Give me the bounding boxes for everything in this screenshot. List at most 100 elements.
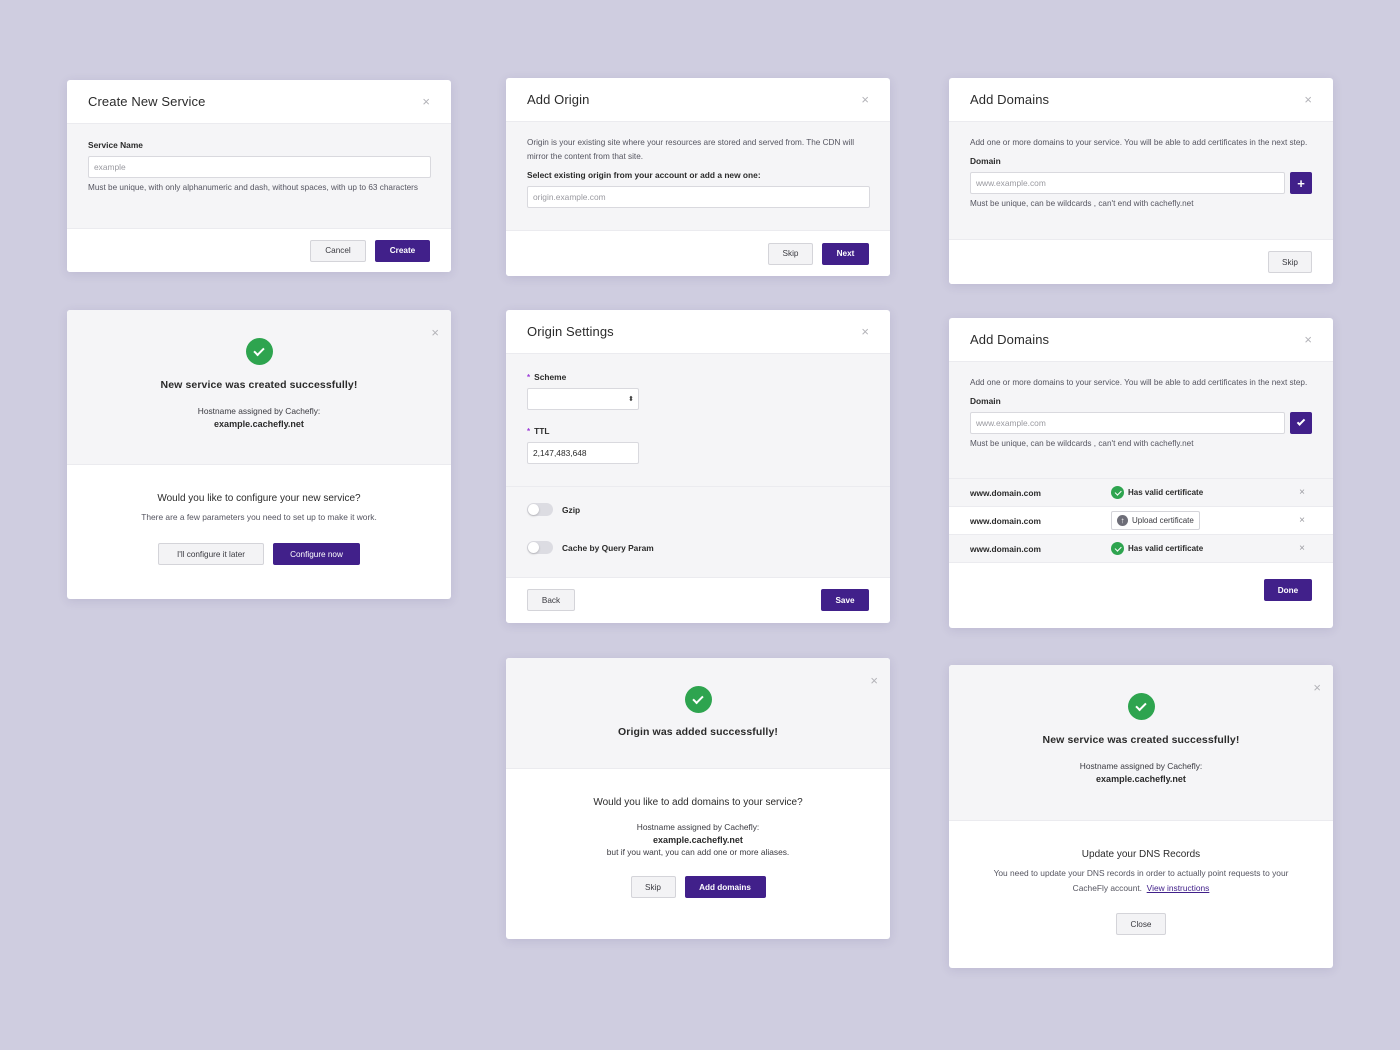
domain-label: Domain: [970, 396, 1001, 406]
button-row: Close: [949, 913, 1333, 935]
origin-description: Origin is your existing site where your …: [527, 138, 855, 161]
gzip-toggle[interactable]: [527, 503, 553, 516]
upload-certificate-label: Upload certificate: [1132, 516, 1194, 525]
dns-text: You need to update your DNS records in o…: [976, 866, 1306, 896]
view-instructions-link[interactable]: View instructions: [1147, 883, 1210, 893]
button-row: Skip Add domains: [506, 876, 890, 898]
cache-query-label: Cache by Query Param: [562, 542, 654, 553]
domain-input[interactable]: www.example.com: [970, 172, 1286, 194]
close-icon[interactable]: ×: [861, 325, 869, 338]
domain-row: www.domain.com ↑ Upload certificate ×: [949, 507, 1333, 535]
save-button[interactable]: Save: [821, 589, 869, 611]
success-title: New service was created successfully!: [160, 379, 358, 391]
cache-query-toggle[interactable]: [527, 541, 553, 554]
modal-header: Origin Settings ×: [506, 310, 890, 354]
settings-toggles: Gzip Cache by Query Param: [506, 487, 890, 578]
success-body: Would you like to configure your new ser…: [67, 465, 451, 565]
hostname-label: Hostname assigned by Cachefly:: [1079, 761, 1203, 771]
upload-icon: ↑: [1117, 515, 1128, 526]
check-icon: [1296, 417, 1306, 426]
modal-header: Add Origin ×: [506, 78, 890, 122]
ttl-label-text: TTL: [534, 426, 550, 436]
modal-body: Add one or more domains to your service.…: [949, 122, 1333, 240]
certificate-status-text: Has valid certificate: [1128, 488, 1204, 497]
aliases-text: but if you want, you can add one or more…: [606, 847, 790, 857]
back-button[interactable]: Back: [527, 589, 575, 611]
success-check-icon: [684, 686, 712, 713]
modal-title: Add Origin: [527, 92, 590, 107]
upload-certificate-button[interactable]: ↑ Upload certificate: [1111, 511, 1200, 530]
configure-subtext: There are a few parameters you need to s…: [141, 512, 377, 522]
create-button[interactable]: Create: [375, 239, 430, 262]
configure-now-button[interactable]: Configure now: [273, 543, 360, 565]
success-header: × Origin was added successfully!: [506, 658, 890, 769]
next-button[interactable]: Next: [822, 242, 869, 265]
domain-label: Domain: [970, 156, 1001, 166]
scheme-label: * Scheme: [527, 372, 869, 382]
service-name-input[interactable]: example: [88, 156, 431, 178]
close-button[interactable]: Close: [1116, 913, 1166, 935]
skip-button[interactable]: Skip: [768, 242, 813, 265]
success-header: × New service was created successfully! …: [949, 665, 1333, 821]
skip-button[interactable]: Skip: [630, 876, 676, 898]
close-icon[interactable]: ×: [870, 674, 878, 687]
gzip-label: Gzip: [562, 504, 581, 515]
success-title: New service was created successfully!: [1042, 734, 1240, 746]
close-icon[interactable]: ×: [431, 326, 439, 339]
domain-name: www.domain.com: [970, 515, 1041, 526]
domain-input[interactable]: www.example.com: [970, 412, 1286, 434]
close-icon[interactable]: ×: [1304, 333, 1312, 346]
certificate-status-text: Has valid certificate: [1128, 544, 1204, 553]
domain-row: www.domain.com Has valid certificate ×: [949, 479, 1333, 507]
valid-check-icon: [1111, 542, 1124, 555]
dns-title: Update your DNS Records: [1081, 849, 1201, 860]
service-name-help: Must be unique, with only alphanumeric a…: [88, 183, 418, 192]
success-title: Origin was added successfully!: [618, 726, 778, 738]
remove-domain-icon[interactable]: ×: [1299, 515, 1305, 526]
domain-list: www.domain.com Has valid certificate × w…: [949, 479, 1333, 563]
gzip-row: Gzip: [527, 503, 869, 516]
domain-input-row: www.example.com: [970, 412, 1312, 434]
remove-domain-icon[interactable]: ×: [1299, 487, 1305, 498]
confirm-domain-button[interactable]: [1290, 412, 1312, 434]
success-body: Would you like to add domains to your se…: [506, 769, 890, 898]
close-icon[interactable]: ×: [861, 93, 869, 106]
dns-success-modal: × New service was created successfully! …: [949, 665, 1333, 968]
hostname-label: Hostname assigned by Cachefly:: [197, 406, 321, 416]
required-marker: *: [527, 373, 531, 382]
success-check-icon: [1127, 693, 1155, 720]
certificate-status: Has valid certificate: [1111, 486, 1299, 499]
modal-footer: Done: [949, 568, 1333, 612]
domain-row: www.domain.com Has valid certificate ×: [949, 535, 1333, 563]
ttl-input[interactable]: 2,147,483,648: [527, 442, 639, 464]
modal-header: Add Domains ×: [949, 318, 1333, 362]
close-icon[interactable]: ×: [1304, 93, 1312, 106]
add-domains-modal: Add Domains × Add one or more domains to…: [949, 78, 1333, 284]
add-domains-button[interactable]: Add domains: [684, 876, 766, 898]
success-body: Update your DNS Records You need to upda…: [949, 821, 1333, 935]
domain-name: www.domain.com: [970, 487, 1041, 498]
origin-input[interactable]: origin.example.com: [527, 186, 870, 208]
origin-success-modal: × Origin was added successfully! Would y…: [506, 658, 890, 939]
service-name-label: Service Name: [88, 140, 143, 150]
button-row: I'll configure it later Configure now: [67, 543, 451, 565]
modal-footer: Skip: [949, 240, 1333, 284]
chevron-up-down-icon: ⬍: [628, 396, 634, 403]
domain-input-row: www.example.com +: [970, 172, 1312, 194]
origin-select-label: Select existing origin from your account…: [527, 170, 761, 180]
modal-title: Create New Service: [88, 94, 206, 109]
ttl-label: * TTL: [527, 426, 869, 436]
done-button[interactable]: Done: [1264, 579, 1312, 601]
create-service-modal: Create New Service × Service Name exampl…: [67, 80, 451, 272]
configure-later-button[interactable]: I'll configure it later: [158, 543, 264, 565]
remove-domain-icon[interactable]: ×: [1299, 543, 1305, 554]
scheme-select[interactable]: ⬍: [527, 388, 639, 410]
skip-button[interactable]: Skip: [1268, 251, 1312, 273]
cancel-button[interactable]: Cancel: [310, 239, 366, 262]
close-icon[interactable]: ×: [1313, 681, 1321, 694]
modal-footer: Cancel Create: [67, 229, 451, 272]
certificate-status: Has valid certificate: [1111, 542, 1299, 555]
domains-description: Add one or more domains to your service.…: [970, 138, 1308, 147]
add-domain-button[interactable]: +: [1290, 172, 1312, 194]
close-icon[interactable]: ×: [422, 95, 430, 108]
